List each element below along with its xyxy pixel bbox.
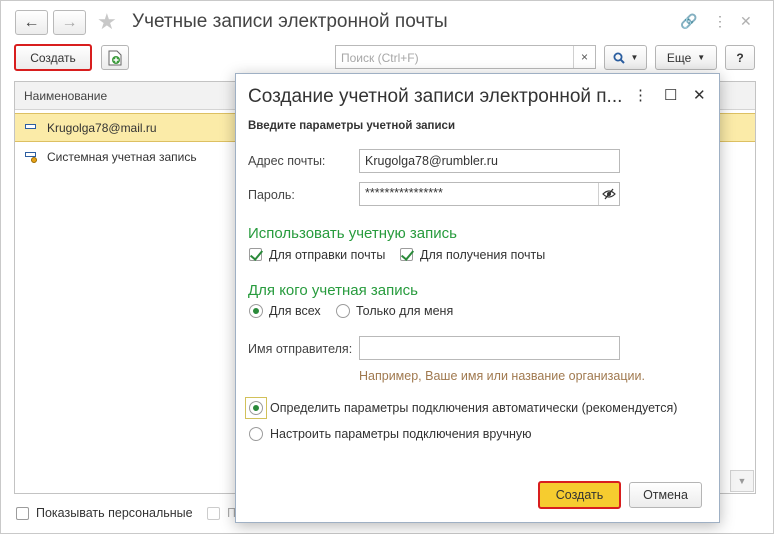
email-field[interactable]: Krugolga78@rumbler.ru [359, 149, 620, 173]
search-icon [613, 52, 625, 64]
forward-button[interactable]: → [53, 10, 86, 35]
for-whom-section: Для кого учетная запись [248, 282, 418, 299]
system-badge-icon [31, 157, 37, 163]
more-vertical-icon[interactable]: ⋮ [633, 86, 648, 106]
only-me-radio[interactable] [336, 304, 350, 318]
for-sending-label: Для отправки почты [269, 248, 386, 262]
help-button[interactable]: ? [725, 45, 755, 70]
password-field[interactable]: **************** [359, 182, 620, 206]
for-sending-checkbox[interactable] [249, 248, 262, 261]
for-receiving-checkbox[interactable] [400, 248, 413, 261]
more-button-label: Еще [666, 50, 692, 65]
chevron-down-icon: ▼ [697, 53, 706, 62]
second-checkbox[interactable] [207, 507, 220, 520]
arrow-left-icon: ← [23, 13, 40, 31]
show-password-button[interactable] [598, 183, 619, 205]
close-icon[interactable]: ✕ [740, 11, 752, 31]
email-value: Krugolga78@rumbler.ru [365, 154, 498, 168]
for-receiving-label: Для получения почты [420, 248, 546, 262]
window-title: Учетные записи электронной почты [132, 11, 448, 32]
list-item-label: Krugolga78@mail.ru [47, 121, 157, 135]
eye-hidden-icon [602, 188, 616, 200]
account-icon [25, 124, 36, 129]
search-input[interactable]: Поиск (Ctrl+F) × [335, 45, 596, 69]
list-item-label: Системная учетная запись [47, 150, 197, 164]
search-clear-button[interactable]: × [573, 46, 595, 68]
for-all-label: Для всех [269, 304, 321, 318]
dialog-subtitle: Введите параметры учетной записи [248, 120, 456, 132]
create-copy-button[interactable] [101, 45, 129, 70]
for-all-radio[interactable] [249, 304, 263, 318]
sender-name-field[interactable] [359, 336, 620, 360]
sender-name-label: Имя отправителя: [248, 342, 353, 356]
back-button[interactable]: ← [15, 10, 48, 35]
more-vertical-icon[interactable]: ⋮ [713, 11, 727, 31]
use-account-section: Использовать учетную запись [248, 225, 457, 242]
favorite-star-icon[interactable]: ★ [97, 9, 117, 35]
sender-hint: Например, Ваше имя или название организа… [359, 369, 645, 383]
dialog-title: Создание учетной записи электронной п... [248, 86, 623, 107]
chevron-down-icon: ▼ [630, 53, 639, 62]
scroll-down-icon[interactable]: ▼ [730, 470, 754, 492]
copy-document-icon [108, 50, 122, 65]
arrow-right-icon: → [61, 13, 78, 31]
create-button[interactable]: Создать [14, 44, 92, 71]
email-label: Адрес почты: [248, 154, 326, 168]
link-icon[interactable]: 🔗 [680, 11, 697, 31]
manual-params-radio[interactable] [249, 427, 263, 441]
show-personal-checkbox[interactable] [16, 507, 29, 520]
search-options-button[interactable]: ▼ [604, 45, 647, 70]
show-personal-label: Показывать персональные [36, 506, 193, 520]
cancel-button[interactable]: Отмена [629, 482, 702, 508]
create-account-button[interactable]: Создать [538, 481, 621, 509]
password-label: Пароль: [248, 188, 295, 202]
column-header-name[interactable]: Наименование [24, 89, 107, 103]
create-account-dialog: Создание учетной записи электронной п...… [235, 73, 720, 523]
password-value: **************** [365, 186, 443, 200]
only-me-label: Только для меня [356, 304, 454, 318]
search-placeholder: Поиск (Ctrl+F) [341, 51, 419, 65]
auto-params-label: Определить параметры подключения автомат… [270, 401, 678, 415]
maximize-icon[interactable]: ☐ [664, 86, 677, 106]
auto-params-radio[interactable] [249, 401, 263, 415]
more-button[interactable]: Еще ▼ [655, 45, 717, 70]
close-icon[interactable]: ✕ [693, 86, 706, 106]
manual-params-label: Настроить параметры подключения вручную [270, 427, 532, 441]
